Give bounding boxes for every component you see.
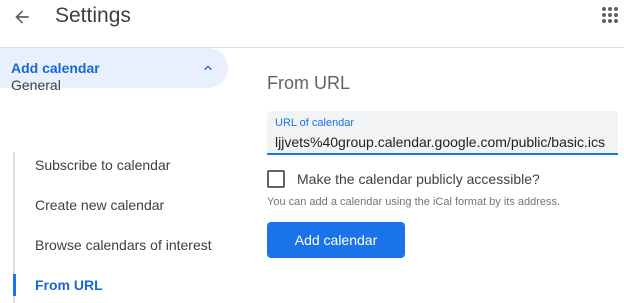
sidebar-item-browse[interactable]: Browse calendars of interest (35, 237, 212, 253)
sidebar-item-general[interactable]: General (11, 77, 61, 93)
apps-grid-icon (602, 7, 618, 23)
sidebar: General Add calendar Subscribe to calend… (0, 48, 240, 303)
sidebar-item-from-url[interactable]: From URL (35, 277, 103, 293)
checkbox-label: Make the calendar publicly accessible? (297, 171, 540, 187)
chevron-up-icon[interactable] (200, 60, 216, 76)
arrow-back-icon (15, 10, 29, 24)
header: Settings (0, 0, 624, 48)
active-indicator (13, 274, 16, 296)
url-field-label: URL of calendar (275, 117, 355, 129)
sidebar-item-subscribe[interactable]: Subscribe to calendar (35, 157, 170, 173)
url-field[interactable]: URL of calendar (267, 111, 618, 155)
back-button[interactable] (8, 3, 36, 31)
sidebar-item-label: Add calendar (11, 60, 100, 76)
sidebar-item-create-new[interactable]: Create new calendar (35, 197, 164, 213)
apps-button[interactable] (598, 3, 622, 27)
public-checkbox[interactable] (267, 170, 285, 188)
helper-text: You can add a calendar using the iCal fo… (267, 196, 561, 208)
section-title: From URL (267, 73, 351, 93)
add-calendar-button[interactable]: Add calendar (267, 222, 405, 258)
url-input[interactable] (275, 132, 614, 151)
page-title: Settings (55, 4, 131, 27)
